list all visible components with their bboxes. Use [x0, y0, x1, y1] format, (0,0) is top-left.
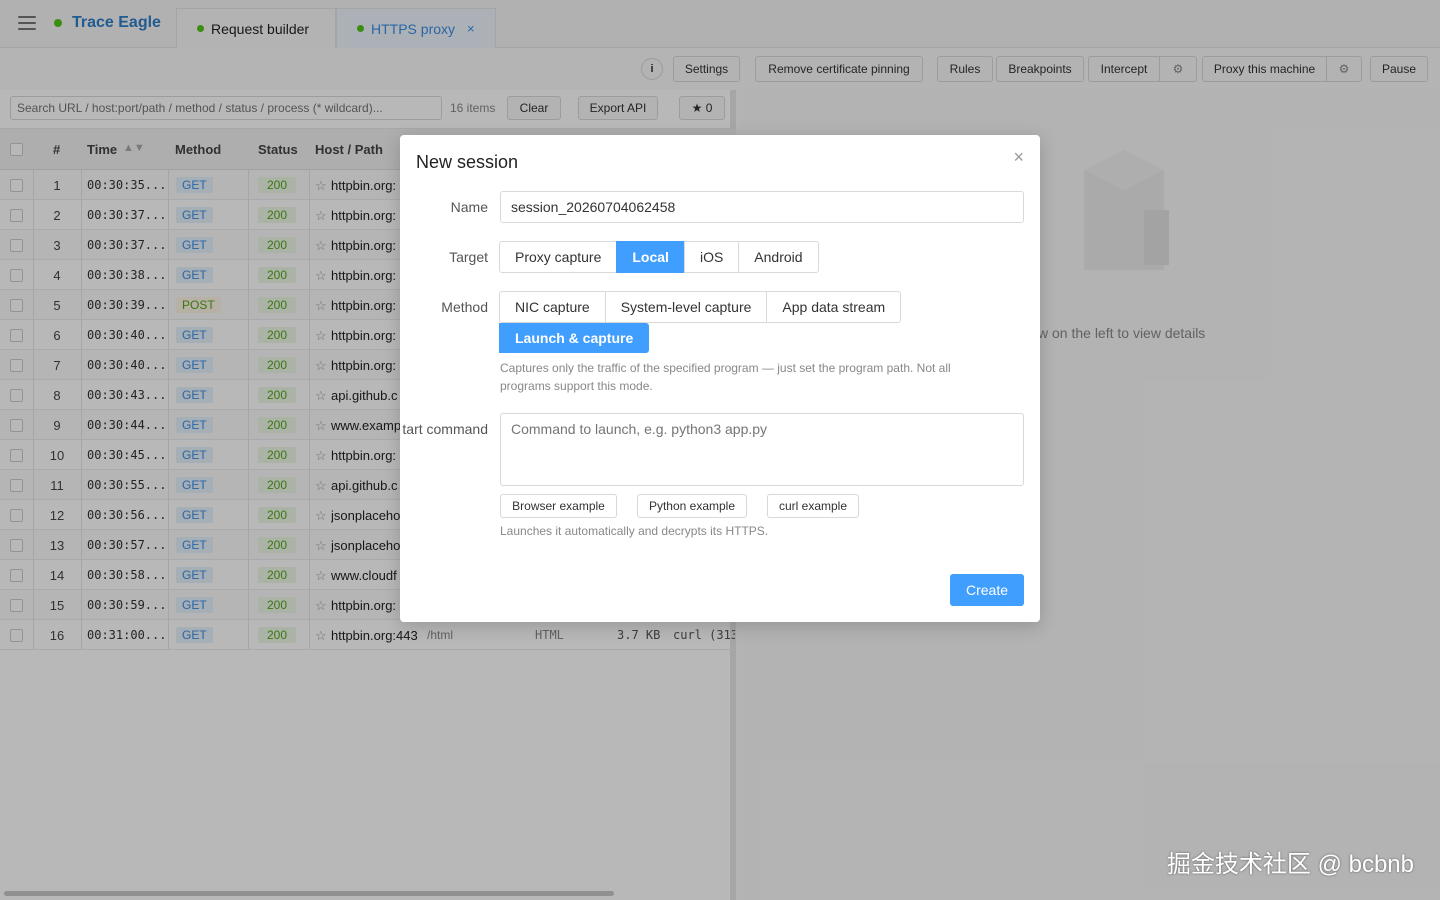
- create-button[interactable]: Create: [950, 574, 1024, 606]
- method-selector-row2: Launch & capture: [499, 323, 650, 355]
- command-hint: Launches it automatically and decrypts i…: [500, 524, 769, 538]
- session-name-input[interactable]: [500, 191, 1024, 223]
- method-label: Method: [441, 299, 488, 315]
- target-local[interactable]: Local: [616, 241, 685, 273]
- start-command-input[interactable]: [500, 413, 1024, 486]
- name-label: Name: [450, 199, 488, 215]
- method-hint: Captures only the traffic of the specifi…: [500, 361, 951, 393]
- target-ios[interactable]: iOS: [683, 241, 740, 273]
- target-label: Target: [449, 249, 488, 265]
- method-selector: NIC capture System-level capture App dat…: [499, 291, 902, 323]
- target-selector: Proxy capture Local iOS Android: [499, 241, 819, 273]
- watermark: 掘金技术社区 @ bcbnb: [1166, 851, 1414, 878]
- target-proxy-capture[interactable]: Proxy capture: [499, 241, 618, 273]
- start-command-label: tart command: [402, 421, 488, 437]
- dialog-title: New session: [416, 152, 519, 172]
- target-android[interactable]: Android: [738, 241, 819, 273]
- browser-example-button[interactable]: Browser example: [500, 494, 617, 518]
- new-session-dialog: New session × Name Target Proxy capture …: [400, 135, 1040, 622]
- curl-example-button[interactable]: curl example: [767, 494, 859, 518]
- method-launch-capture[interactable]: Launch & capture: [499, 323, 650, 353]
- method-nic-capture[interactable]: NIC capture: [499, 291, 606, 323]
- close-icon[interactable]: ×: [1013, 147, 1024, 168]
- method-app-data-stream[interactable]: App data stream: [766, 291, 902, 323]
- python-example-button[interactable]: Python example: [637, 494, 747, 518]
- method-system-level-capture[interactable]: System-level capture: [604, 291, 768, 323]
